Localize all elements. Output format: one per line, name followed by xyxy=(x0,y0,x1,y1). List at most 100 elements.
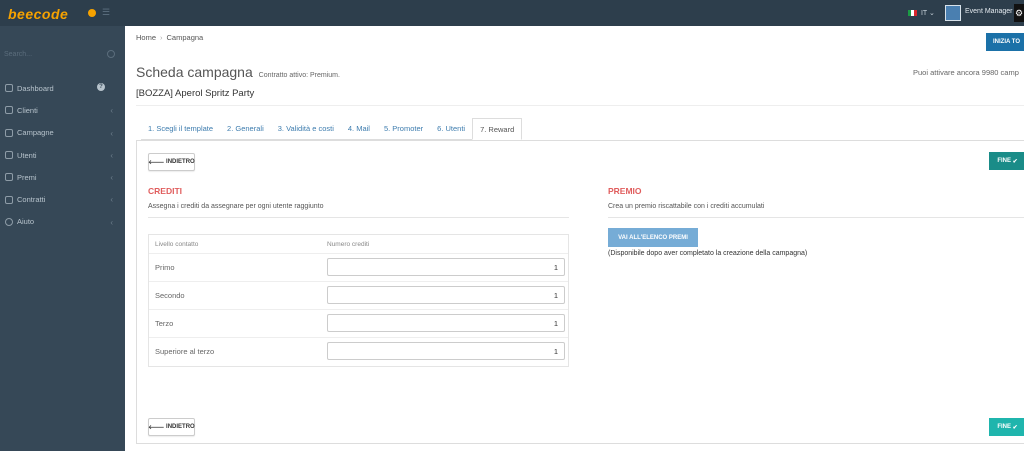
table-row: Superiore al terzo 1 xyxy=(149,337,568,365)
sidebar: Search... Dashboard ? Clienti ‹ Campagne… xyxy=(0,26,125,451)
campaign-quota: Puoi attivare ancora 9980 camp xyxy=(913,68,1019,77)
main-content: Home › Campagna INIZIA TO Scheda campagna … xyxy=(125,26,1024,451)
level-label: Secondo xyxy=(155,291,185,300)
briefcase-icon xyxy=(5,106,13,115)
breadcrumb-current: Campagna xyxy=(166,33,204,42)
credits-input-secondo[interactable]: 1 xyxy=(327,286,565,304)
level-label: Terzo xyxy=(155,319,174,328)
credits-input-primo[interactable]: 1 xyxy=(327,258,565,276)
sidebar-item-label: Aiuto xyxy=(17,217,35,227)
logo-wifi-icon xyxy=(88,9,96,17)
credits-input-superiore[interactable]: 1 xyxy=(327,342,565,360)
sidebar-item-label: Campagne xyxy=(17,128,54,138)
user-name[interactable]: Event Manager xyxy=(965,8,1012,15)
chevron-left-icon: ‹ xyxy=(110,195,113,205)
list-icon xyxy=(5,128,13,137)
sidebar-item-contratti[interactable]: Contratti ‹ xyxy=(0,188,125,210)
tab-validita[interactable]: 3. Validità e costi xyxy=(270,118,341,140)
level-label: Superiore al terzo xyxy=(155,347,215,356)
finish-button-top[interactable]: FINE ✔ xyxy=(989,152,1024,170)
table-row: Terzo 1 xyxy=(149,309,568,337)
sidebar-item-campagne[interactable]: Campagne ‹ xyxy=(0,122,125,144)
campaign-name: [BOZZA] Aperol Spritz Party xyxy=(136,88,255,99)
breadcrumb: Home › Campagna xyxy=(136,33,203,42)
chevron-left-icon: ‹ xyxy=(110,150,113,160)
menu-toggle-icon[interactable]: ☰ xyxy=(102,8,111,17)
sidebar-item-label: Clienti xyxy=(17,105,38,115)
contract-status: Contratto attivo: Premium. xyxy=(258,72,340,79)
divider xyxy=(136,105,1024,106)
arrow-left-icon: 🡐 xyxy=(148,424,167,431)
start-button[interactable]: INIZIA TO xyxy=(986,33,1024,51)
page-title: Scheda campagna Contratto attivo: Premiu… xyxy=(136,64,340,80)
back-button-bottom[interactable]: 🡐 INDIETRO xyxy=(148,418,195,436)
sidebar-item-clienti[interactable]: Clienti ‹ xyxy=(0,99,125,121)
prize-title: PREMIO xyxy=(608,186,642,196)
table-row: Primo 1 xyxy=(149,253,568,281)
app-logo[interactable]: beecode xyxy=(8,6,68,22)
sidebar-item-utenti[interactable]: Utenti ‹ xyxy=(0,144,125,166)
chevron-down-icon: ⌄ xyxy=(929,10,935,17)
prize-availability-note: (Disponibile dopo aver completato la cre… xyxy=(608,250,808,257)
tab-template[interactable]: 1. Scegli il template xyxy=(141,118,221,140)
divider xyxy=(148,217,569,218)
back-button[interactable]: 🡐 INDIETRO xyxy=(148,153,195,171)
help-icon[interactable]: ? xyxy=(97,83,105,91)
language-label: IT xyxy=(920,10,928,17)
tab-reward[interactable]: 7. Reward xyxy=(472,118,523,140)
finish-label: FINE xyxy=(997,158,1011,164)
chevron-left-icon: ‹ xyxy=(110,128,113,138)
language-selector[interactable]: IT ⌄ xyxy=(908,9,935,17)
back-label: INDIETRO xyxy=(166,159,195,165)
table-row: Secondo 1 xyxy=(149,281,568,309)
credits-description: Assegna i crediti da assegnare per ogni … xyxy=(148,203,324,210)
user-icon xyxy=(5,151,13,160)
chevron-left-icon: ‹ xyxy=(110,106,113,116)
sidebar-item-aiuto[interactable]: Aiuto ‹ xyxy=(0,211,125,233)
top-bar: beecode ☰ IT ⌄ Event Manager ⚙ xyxy=(0,0,1024,26)
search-icon[interactable] xyxy=(107,50,115,58)
credits-table: Livello contatto Numero crediti Primo 1 … xyxy=(148,234,569,367)
arrow-left-icon: 🡐 xyxy=(148,159,167,166)
wizard-tabs: 1. Scegli il template 2. Generali 3. Val… xyxy=(141,118,523,140)
tab-promoter[interactable]: 5. Promoter xyxy=(376,118,431,140)
chevron-left-icon: ‹ xyxy=(110,173,113,183)
level-label: Primo xyxy=(155,263,175,272)
sidebar-search[interactable]: Search... xyxy=(4,49,117,63)
reward-panel: 🡐 INDIETRO FINE ✔ CREDITI Assegna i cred… xyxy=(136,140,1024,444)
sidebar-item-label: Contratti xyxy=(17,195,46,205)
back-label: INDIETRO xyxy=(166,424,195,430)
sidebar-item-dashboard[interactable]: Dashboard ? xyxy=(0,77,125,99)
breadcrumb-separator: › xyxy=(160,33,163,42)
breadcrumb-home[interactable]: Home xyxy=(136,33,156,42)
folder-icon xyxy=(5,195,13,204)
home-icon xyxy=(5,84,13,93)
column-header-credits: Numero crediti xyxy=(327,241,370,248)
finish-label: FINE xyxy=(997,424,1011,430)
chevron-left-icon: ‹ xyxy=(110,217,113,227)
search-input[interactable]: Search... xyxy=(4,51,32,58)
column-header-level: Livello contatto xyxy=(155,241,199,248)
check-icon: ✔ xyxy=(1010,424,1018,431)
italy-flag-icon xyxy=(908,10,917,17)
prize-list-button[interactable]: VAI ALL'ELENCO PREMI xyxy=(608,228,698,247)
sidebar-item-premi[interactable]: Premi ‹ xyxy=(0,166,125,188)
help-circle-icon xyxy=(5,217,13,226)
prize-description: Crea un premio riscattabile con i credit… xyxy=(608,203,765,210)
tab-utenti[interactable]: 6. Utenti xyxy=(430,118,473,140)
sidebar-nav: Dashboard ? Clienti ‹ Campagne ‹ Utenti … xyxy=(0,77,125,233)
user-avatar[interactable] xyxy=(945,5,961,21)
finish-button[interactable]: FINE ✔ xyxy=(989,418,1024,436)
divider xyxy=(608,217,1024,218)
tab-mail[interactable]: 4. Mail xyxy=(340,118,377,140)
credits-input-terzo[interactable]: 1 xyxy=(327,314,565,332)
page-title-text: Scheda campagna xyxy=(136,64,253,80)
tab-generali[interactable]: 2. Generali xyxy=(220,118,271,140)
credits-title: CREDITI xyxy=(148,186,182,196)
check-icon: ✔ xyxy=(1010,158,1018,165)
trophy-icon xyxy=(5,173,13,182)
sidebar-item-label: Dashboard xyxy=(17,83,54,93)
sidebar-item-label: Premi xyxy=(17,172,37,182)
sidebar-item-label: Utenti xyxy=(17,150,37,160)
gear-icon[interactable]: ⚙ xyxy=(1014,4,1024,22)
